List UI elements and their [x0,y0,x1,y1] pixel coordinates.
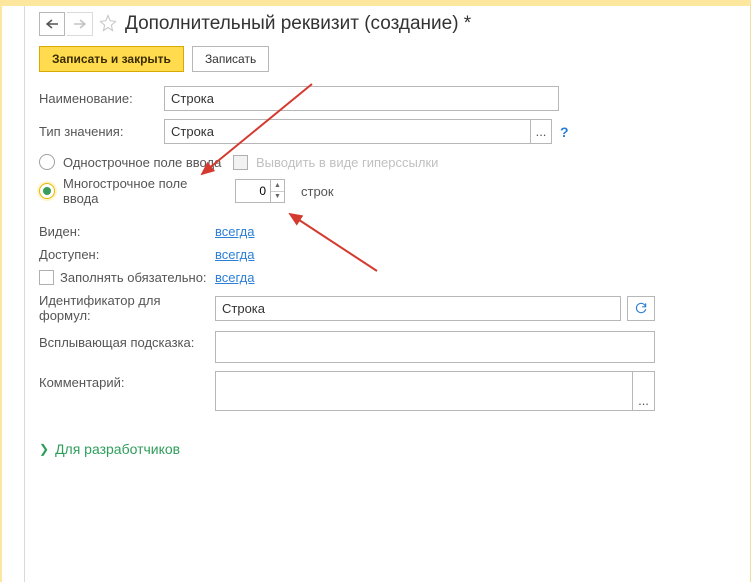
save-button[interactable]: Записать [192,46,269,72]
rows-input[interactable] [235,179,271,203]
comment-label: Комментарий: [39,371,215,390]
visible-link[interactable]: всегда [215,224,254,239]
type-input[interactable] [164,119,530,144]
mandatory-label: Заполнять обязательно: [60,270,207,285]
developers-section-toggle[interactable]: ❯ Для разработчиков [39,441,180,457]
multi-line-radio[interactable] [39,183,55,199]
name-label: Наименование: [39,91,164,106]
single-line-label: Однострочное поле ввода [63,155,225,170]
formula-id-input[interactable] [215,296,621,321]
available-link[interactable]: всегда [215,247,254,262]
single-line-radio[interactable] [39,154,55,170]
chevron-right-icon: ❯ [39,442,49,456]
nav-forward-button[interactable] [67,12,93,36]
comment-more-button[interactable]: ... [633,371,655,411]
save-and-close-button[interactable]: Записать и закрыть [39,46,184,72]
type-more-button[interactable]: ... [530,119,552,144]
available-label: Доступен: [39,247,215,262]
page-title: Дополнительный реквизит (создание) * [125,13,471,35]
developers-label: Для разработчиков [55,441,180,457]
formula-id-label: Идентификатор для формул: [39,293,215,323]
comment-input[interactable] [215,371,633,411]
nav-back-button[interactable] [39,12,65,36]
formula-refresh-button[interactable] [627,296,655,321]
hyperlink-label: Выводить в виде гиперссылки [256,155,438,170]
name-input[interactable] [164,86,559,111]
tooltip-input[interactable] [215,331,655,363]
multi-line-label: Многострочное поле ввода [63,176,225,206]
favorite-star-icon[interactable] [99,14,117,35]
rows-suffix: строк [301,184,334,199]
rows-down-button[interactable]: ▼ [271,192,284,203]
hyperlink-checkbox [233,155,248,170]
mandatory-link[interactable]: всегда [215,270,254,285]
visible-label: Виден: [39,224,215,239]
help-icon[interactable]: ? [560,124,569,140]
type-label: Тип значения: [39,124,164,139]
rows-up-button[interactable]: ▲ [271,180,284,192]
tooltip-label: Всплывающая подсказка: [39,331,215,350]
mandatory-checkbox[interactable] [39,270,54,285]
